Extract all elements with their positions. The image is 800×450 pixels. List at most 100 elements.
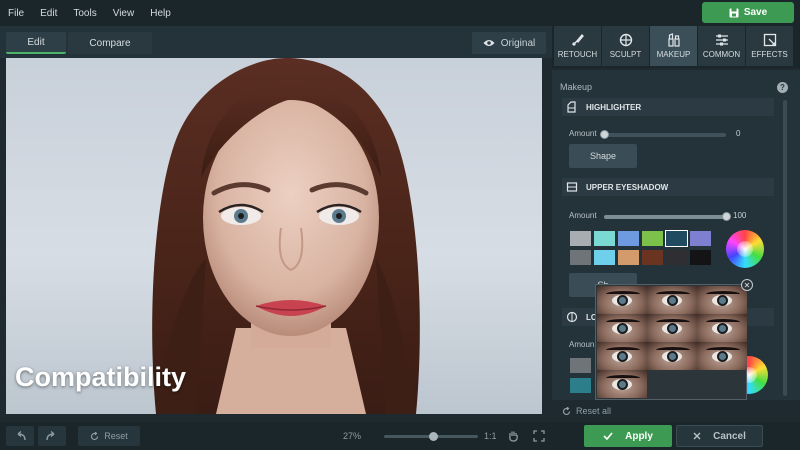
lipstick-icon — [667, 33, 680, 47]
menu-edit[interactable]: Edit — [32, 8, 65, 19]
tab-common[interactable]: COMMON — [698, 26, 745, 66]
lower-swatch-1[interactable] — [570, 358, 591, 373]
save-label: Save — [743, 7, 768, 18]
reset-button[interactable]: Reset — [78, 426, 140, 446]
eye-shape-option[interactable] — [597, 370, 647, 398]
tool-tabs: RETOUCH SCULPT MAKEUP COMMON EFFECTS — [552, 26, 800, 68]
brush-icon — [571, 33, 584, 46]
eyeshadow-swatch[interactable] — [642, 231, 663, 246]
eye-shape-option[interactable] — [697, 286, 747, 314]
help-icon[interactable]: ? — [777, 82, 788, 93]
tab-makeup-label: MAKEUP — [656, 50, 691, 59]
floppy-disk-icon — [729, 8, 739, 17]
tab-common-label: COMMON — [702, 50, 741, 59]
eyeshadow-swatch[interactable] — [570, 231, 591, 246]
eye-shape-option[interactable] — [597, 342, 647, 370]
cancel-label: Cancel — [713, 430, 746, 442]
reset-all-label: Reset all — [576, 406, 612, 416]
original-label: Original — [500, 37, 536, 49]
eyeshadow-shape-popup — [595, 284, 747, 400]
panel-scrollbar[interactable] — [783, 100, 787, 396]
undo-button[interactable] — [6, 426, 34, 446]
effects-icon — [763, 33, 776, 47]
tab-edit[interactable]: Edit — [6, 32, 66, 54]
editor-toolbar: Edit Compare Original — [0, 26, 552, 58]
upper-eyeshadow-amount-knob[interactable] — [722, 212, 731, 221]
eyeshadow-swatch[interactable] — [570, 250, 591, 265]
original-button[interactable]: Original — [472, 32, 546, 54]
highlighter-shape-button[interactable]: Shape — [569, 144, 637, 168]
redo-icon — [46, 431, 55, 441]
close-icon — [693, 432, 701, 440]
reset-label: Reset — [104, 431, 128, 441]
eye-shape-option[interactable] — [647, 342, 697, 370]
zoom-slider-knob[interactable] — [428, 432, 438, 441]
eyeshadow-swatch[interactable] — [594, 250, 615, 265]
eye-shape-option[interactable] — [647, 314, 697, 342]
bottom-bar: Reset 27% 1:1 Apply Cancel — [0, 422, 800, 450]
eyeshadow-swatch[interactable] — [666, 250, 687, 265]
fit-screen-icon[interactable] — [533, 430, 545, 442]
eyeshadow-swatch[interactable] — [594, 231, 615, 246]
reset-all-link[interactable]: Reset all — [562, 406, 611, 416]
eye-icon — [483, 40, 495, 46]
upper-eyeshadow-amount-slider[interactable] — [604, 212, 731, 221]
eyeshadow-swatch[interactable] — [665, 230, 688, 247]
upper-eyeshadow-heading: UPPER EYESHADOW — [586, 182, 669, 192]
eye-shape-option[interactable] — [597, 286, 647, 314]
upper-eyeshadow-amount-value: 100 — [733, 211, 747, 220]
reset-icon — [562, 406, 571, 415]
save-button[interactable]: Save — [702, 2, 794, 23]
menu-tools[interactable]: Tools — [65, 8, 104, 19]
section-upper-eyeshadow[interactable]: UPPER EYESHADOW — [562, 178, 774, 196]
highlighter-amount-knob[interactable] — [600, 130, 609, 139]
apply-label: Apply — [625, 430, 653, 442]
panel-title: Makeup — [560, 82, 593, 92]
section-highlighter[interactable]: HIGHLIGHTER — [562, 98, 774, 116]
zoom-percent: 27% — [343, 431, 362, 441]
highlighter-icon — [567, 101, 576, 113]
menu-view[interactable]: View — [105, 8, 143, 19]
upper-eyeshadow-amount-label: Amount — [569, 211, 597, 220]
tab-makeup[interactable]: MAKEUP — [650, 26, 697, 66]
apply-button[interactable]: Apply — [584, 425, 672, 447]
eye-shape-option[interactable] — [697, 342, 747, 370]
menu-bar: File Edit Tools View Help Save — [0, 0, 800, 26]
lower-section-icon — [566, 311, 578, 323]
tab-retouch-label: RETOUCH — [557, 50, 598, 59]
eye-shape-option[interactable] — [697, 314, 747, 342]
menu-help[interactable]: Help — [142, 8, 179, 19]
highlighter-amount-slider[interactable] — [600, 130, 726, 139]
undo-icon — [17, 431, 26, 441]
tab-effects[interactable]: EFFECTS — [746, 26, 793, 66]
highlighter-heading: HIGHLIGHTER — [586, 102, 642, 112]
portrait-photo — [152, 58, 420, 414]
sliders-icon — [715, 34, 728, 46]
crosshair-icon — [619, 33, 632, 47]
eyeshadow-swatch[interactable] — [642, 250, 663, 265]
lower-swatch-2[interactable] — [570, 378, 591, 393]
check-icon — [603, 432, 613, 440]
tab-sculpt-label: SCULPT — [609, 50, 642, 59]
highlighter-amount-label: Amount — [569, 129, 597, 138]
lower-amount-label: Amoun — [569, 340, 595, 349]
hand-icon[interactable] — [508, 430, 519, 442]
eyeshadow-swatch[interactable] — [618, 231, 639, 246]
photo-canvas[interactable] — [6, 58, 542, 414]
eye-shape-option[interactable] — [647, 286, 697, 314]
eye-shape-option[interactable] — [597, 314, 647, 342]
eyeshadow-swatch[interactable] — [618, 250, 639, 265]
redo-button[interactable] — [38, 426, 66, 446]
highlighter-amount-value: 0 — [736, 129, 741, 138]
menu-file[interactable]: File — [0, 8, 32, 19]
upper-eyeshadow-amount-fill — [604, 215, 726, 219]
tab-retouch[interactable]: RETOUCH — [554, 26, 601, 66]
zoom-1to1[interactable]: 1:1 — [484, 431, 497, 441]
close-icon[interactable]: ✕ — [741, 279, 753, 291]
eyeshadow-swatch[interactable] — [690, 250, 711, 265]
color-wheel-icon[interactable] — [726, 230, 764, 268]
cancel-button[interactable]: Cancel — [676, 425, 763, 447]
tab-sculpt[interactable]: SCULPT — [602, 26, 649, 66]
eyeshadow-swatch[interactable] — [690, 231, 711, 246]
tab-compare[interactable]: Compare — [68, 32, 152, 54]
